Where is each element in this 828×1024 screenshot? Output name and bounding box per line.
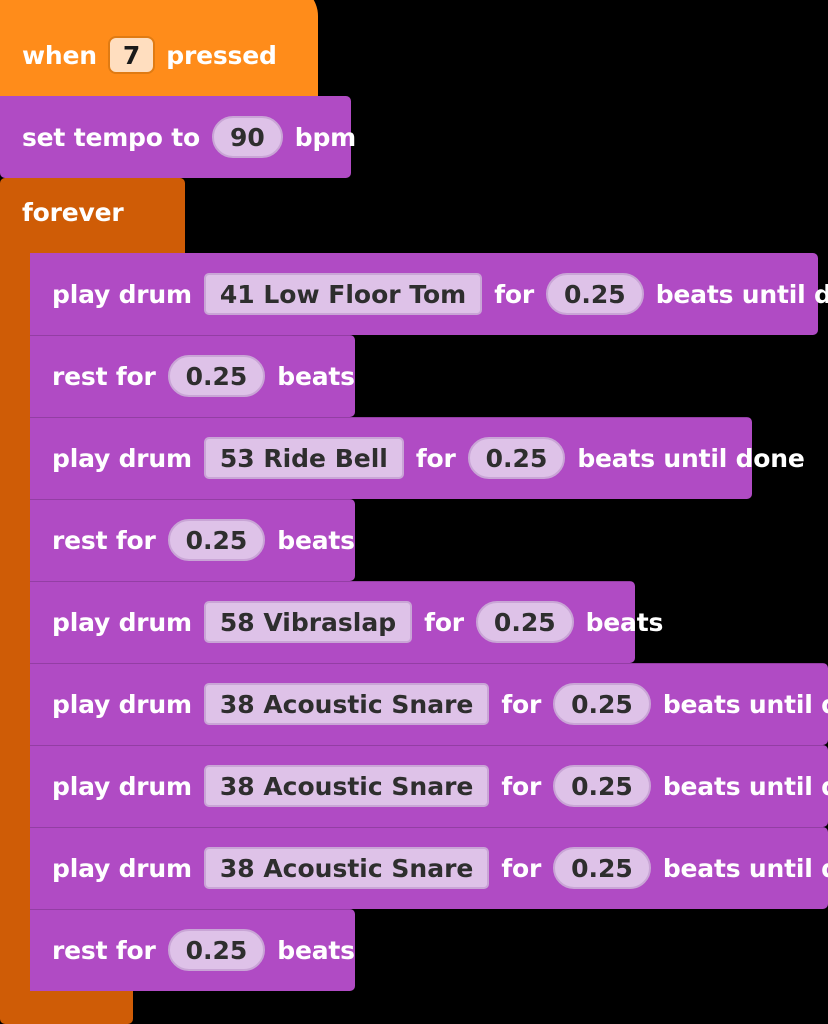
rest-row-1: rest for 0.25 beats xyxy=(52,335,355,417)
pressed-label: pressed xyxy=(166,40,277,70)
for-label-4: for xyxy=(501,689,542,719)
drum-dropdown-2[interactable]: 53 Ride Bell xyxy=(203,437,404,479)
rest-row-2: rest for 0.25 beats xyxy=(52,499,355,581)
beats-input-2[interactable]: 0.25 xyxy=(467,437,566,479)
tempo-input[interactable]: 90 xyxy=(211,116,283,158)
beats-input-5[interactable]: 0.25 xyxy=(553,765,651,807)
for-label-1: for xyxy=(494,279,535,309)
drum-dropdown-1[interactable]: 41 Low Floor Tom xyxy=(203,273,483,315)
play-drum-block-6[interactable]: play drum 38 Acoustic Snare for 0.25 bea… xyxy=(30,827,828,921)
play-drum-prefix-1: play drum xyxy=(52,279,192,309)
rest-beats-input-1[interactable]: 0.25 xyxy=(167,355,266,397)
play-drum-row-5: play drum 38 Acoustic Snare for 0.25 bea… xyxy=(52,745,828,827)
rest-beats-input-2[interactable]: 0.25 xyxy=(167,519,266,561)
play-drum-row-3: play drum 58 Vibraslap for 0.25 beats xyxy=(52,581,663,663)
rest-prefix-2: rest for xyxy=(52,525,156,555)
play-drum-prefix-2: play drum xyxy=(52,443,192,473)
play-drum-row-6: play drum 38 Acoustic Snare for 0.25 bea… xyxy=(52,827,828,909)
rest-suffix-2: beats xyxy=(277,525,355,555)
rest-suffix-3: beats xyxy=(277,935,355,965)
drum-dropdown-5[interactable]: 38 Acoustic Snare xyxy=(203,765,490,807)
when-key-pressed-block[interactable]: when 7 pressed xyxy=(0,0,318,96)
set-tempo-prefix: set tempo to xyxy=(22,122,200,152)
play-drum-block-3[interactable]: play drum 58 Vibraslap for 0.25 beats xyxy=(30,581,663,675)
key-dropdown-field[interactable]: 7 xyxy=(107,36,156,74)
rest-prefix-1: rest for xyxy=(52,361,156,391)
beats-suffix-2: beats until done xyxy=(577,443,805,473)
rest-prefix-3: rest for xyxy=(52,935,156,965)
for-label-5: for xyxy=(501,771,542,801)
for-label-6: for xyxy=(501,853,542,883)
rest-block-3[interactable]: rest for 0.25 beats xyxy=(30,909,355,991)
drum-dropdown-3[interactable]: 58 Vibraslap xyxy=(203,601,413,643)
rest-block-1[interactable]: rest for 0.25 beats xyxy=(30,335,355,429)
for-label-2: for xyxy=(415,443,456,473)
block-canvas: when 7 pressed set tempo to 90 bpm forev… xyxy=(0,0,828,1024)
beats-input-6[interactable]: 0.25 xyxy=(553,847,651,889)
drum-dropdown-4[interactable]: 38 Acoustic Snare xyxy=(203,683,490,725)
rest-suffix-1: beats xyxy=(277,361,355,391)
beats-suffix-5: beats until done xyxy=(662,771,828,801)
hat-block-row: when 7 pressed xyxy=(22,36,277,74)
play-drum-block-1[interactable]: play drum 41 Low Floor Tom for 0.25 beat… xyxy=(30,253,828,347)
set-tempo-row: set tempo to 90 bpm xyxy=(22,96,356,178)
rest-block-2[interactable]: rest for 0.25 beats xyxy=(30,499,355,593)
play-drum-prefix-3: play drum xyxy=(52,607,192,637)
beats-suffix-3: beats xyxy=(585,607,664,637)
beats-input-4[interactable]: 0.25 xyxy=(553,683,651,725)
beats-suffix-6: beats until done xyxy=(662,853,828,883)
play-drum-row-4: play drum 38 Acoustic Snare for 0.25 bea… xyxy=(52,663,828,745)
play-drum-row-1: play drum 41 Low Floor Tom for 0.25 beat… xyxy=(52,253,828,335)
forever-label: forever xyxy=(22,198,124,227)
rest-beats-input-3[interactable]: 0.25 xyxy=(167,929,266,971)
beats-suffix-1: beats until done xyxy=(655,279,828,309)
rest-row-3: rest for 0.25 beats xyxy=(52,909,355,991)
set-tempo-block[interactable]: set tempo to 90 bpm xyxy=(0,96,356,190)
beats-input-3[interactable]: 0.25 xyxy=(475,601,574,643)
play-drum-row-2: play drum 53 Ride Bell for 0.25 beats un… xyxy=(52,417,805,499)
play-drum-block-2[interactable]: play drum 53 Ride Bell for 0.25 beats un… xyxy=(30,417,805,511)
play-drum-prefix-5: play drum xyxy=(52,771,192,801)
beats-input-1[interactable]: 0.25 xyxy=(546,273,644,315)
when-label: when xyxy=(22,40,97,70)
drum-dropdown-6[interactable]: 38 Acoustic Snare xyxy=(203,847,490,889)
play-drum-block-5[interactable]: play drum 38 Acoustic Snare for 0.25 bea… xyxy=(30,745,828,839)
for-label-3: for xyxy=(424,607,464,637)
play-drum-block-4[interactable]: play drum 38 Acoustic Snare for 0.25 bea… xyxy=(30,663,828,757)
bpm-label: bpm xyxy=(294,122,356,152)
play-drum-prefix-4: play drum xyxy=(52,689,192,719)
play-drum-prefix-6: play drum xyxy=(52,853,192,883)
forever-top-notch xyxy=(16,178,64,191)
forever-header[interactable]: forever xyxy=(0,178,185,253)
beats-suffix-4: beats until done xyxy=(662,689,828,719)
forever-left-arm xyxy=(0,253,30,980)
hat-bottom-notch xyxy=(16,80,64,94)
